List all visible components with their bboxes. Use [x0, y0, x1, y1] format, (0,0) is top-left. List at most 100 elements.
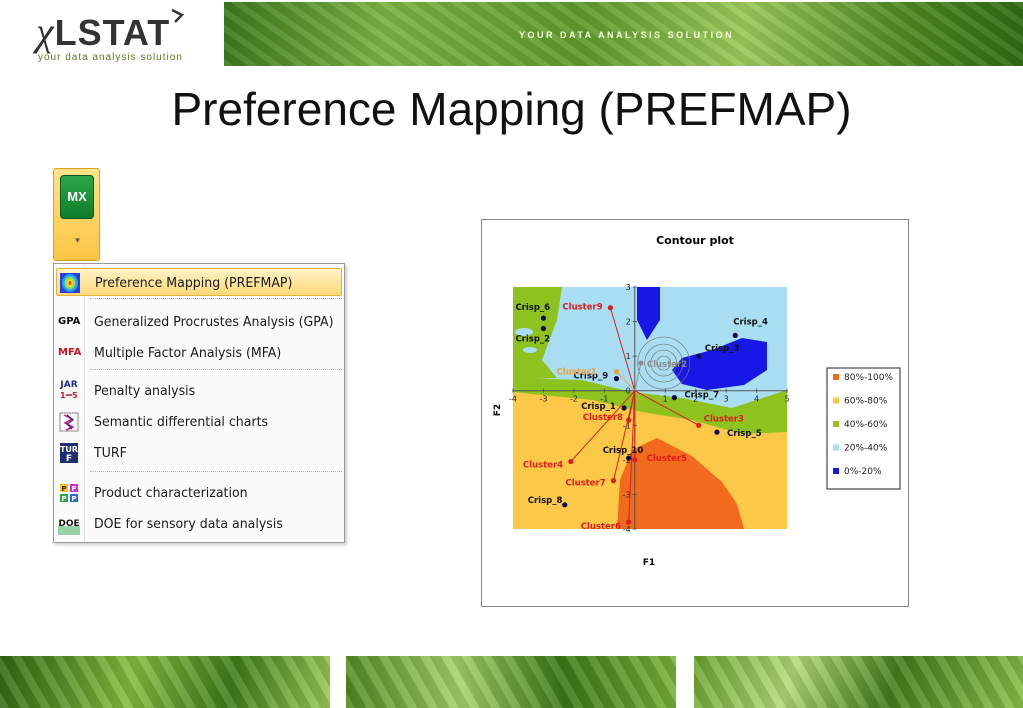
- cluster-label: Cluster5: [647, 454, 687, 464]
- menu-item-doe-sensory[interactable]: DOE DOE for sensory data analysis: [56, 510, 342, 538]
- x-tick-label: 5: [784, 395, 789, 404]
- legend-label: 20%-40%: [844, 444, 888, 454]
- leaf-image-1: [0, 656, 330, 708]
- legend-label: 80%-100%: [844, 373, 893, 383]
- product-characterization-icon: P P P P: [58, 482, 80, 504]
- y-tick-label: 3: [626, 283, 631, 292]
- legend-label: 0%-20%: [844, 467, 882, 477]
- y-tick-label: 0: [626, 387, 631, 396]
- cluster-label: Cluster7: [565, 479, 605, 489]
- dropdown-arrow-icon[interactable]: ▾: [54, 235, 101, 246]
- legend-swatch: [833, 374, 839, 380]
- x-axis-label: F1: [643, 558, 655, 568]
- x-tick-label: 1: [663, 395, 668, 404]
- sensory-menu: Preference Mapping (PREFMAP) GPA General…: [53, 263, 345, 543]
- product-point: [540, 315, 547, 321]
- product-label: Crisp_5: [727, 429, 762, 439]
- xlstat-logo: χLSTAT your data analysis solution: [30, 6, 220, 66]
- logo-text: χLSTAT: [36, 9, 171, 54]
- legend-swatch: [833, 468, 839, 474]
- svg-text:TUR: TUR: [60, 445, 78, 454]
- contour-plot-svg: -4-3-2-112345-4-3-2-10123 Crisp_6Crisp_2…: [493, 234, 901, 568]
- logo-tagline: your data analysis solution: [38, 52, 183, 63]
- menu-item-label: Generalized Procrustes Analysis (GPA): [94, 314, 334, 330]
- cluster-label: Cluster6: [581, 522, 621, 532]
- product-point: [714, 429, 720, 435]
- menu-item-turf[interactable]: TUR F TURF: [56, 439, 342, 467]
- menu-item-product-characterization[interactable]: P P P P Product characterization: [56, 479, 342, 507]
- menu-item-prefmap[interactable]: Preference Mapping (PREFMAP): [56, 268, 342, 296]
- product-point: [621, 405, 627, 411]
- menu-item-label: TURF: [94, 445, 127, 461]
- x-tick-label: -2: [570, 395, 578, 404]
- menu-item-mfa[interactable]: MFA Multiple Factor Analysis (MFA): [56, 339, 342, 367]
- blob-left-2: [523, 347, 537, 353]
- x-tick-label: -4: [509, 395, 517, 404]
- product-label: Crisp_4: [733, 317, 768, 327]
- y-axis-label: F2: [493, 404, 503, 416]
- logo-swoosh-icon: [171, 8, 185, 23]
- cluster-point: [607, 305, 614, 311]
- product-point: [671, 395, 677, 401]
- cluster-label: Cluster9: [562, 303, 602, 313]
- leaf-image-2: [346, 656, 676, 708]
- legend-swatch: [833, 421, 839, 427]
- product-point: [613, 376, 620, 382]
- penalty-icon-text: JAR: [60, 380, 78, 390]
- menu-separator: [90, 471, 342, 472]
- product-point: [562, 502, 568, 508]
- banner-text: YOUR DATA ANALYSIS SOLUTION: [519, 30, 735, 40]
- semantic-differential-icon: [58, 411, 80, 433]
- product-point: [696, 353, 702, 359]
- turf-icon: TUR F: [58, 442, 80, 464]
- product-label: Crisp_3: [705, 344, 740, 354]
- menu-item-label: Preference Mapping (PREFMAP): [95, 275, 293, 291]
- product-point: [626, 455, 632, 461]
- x-tick-label: 4: [754, 395, 759, 404]
- y-tick-label: 2: [626, 318, 631, 327]
- svg-text:F: F: [66, 454, 72, 464]
- mx-icon: MX: [60, 175, 94, 219]
- menu-item-label: Multiple Factor Analysis (MFA): [94, 345, 282, 361]
- menu-item-penalty-analysis[interactable]: JAR 15 Penalty analysis: [56, 377, 342, 405]
- menu-item-label: Semantic differential charts: [94, 414, 269, 430]
- cluster-label: Cluster1: [557, 368, 597, 378]
- prefmap-icon: [59, 272, 81, 294]
- cluster-point: [696, 422, 702, 428]
- penalty-scale-icon: 15: [60, 391, 78, 400]
- x-tick-label: -3: [539, 395, 547, 404]
- product-label: Crisp_7: [684, 391, 719, 401]
- menu-separator: [90, 369, 342, 370]
- cluster-label: Cluster3: [704, 414, 744, 424]
- svg-text:5: 5: [72, 391, 78, 399]
- chart-title: Contour plot: [656, 234, 734, 247]
- cluster-point: [613, 369, 620, 375]
- legend-label: 60%-80%: [844, 397, 888, 407]
- cluster-label: Cluster4: [523, 461, 563, 471]
- mx-ribbon-button[interactable]: MX ▾: [53, 168, 100, 261]
- chart-legend: 80%-100% 60%-80% 40%-60% 20%-40% 0%-20%: [826, 367, 901, 490]
- cluster-point: [568, 458, 574, 465]
- cluster-point: [626, 417, 632, 423]
- mfa-icon: MFA: [58, 347, 82, 358]
- cluster-point: [626, 519, 632, 525]
- contour-plot-chart: -4-3-2-112345-4-3-2-10123 Crisp_6Crisp_2…: [481, 219, 909, 607]
- cluster-label: Cluster8: [583, 413, 623, 423]
- menu-item-gpa[interactable]: GPA Generalized Procrustes Analysis (GPA…: [56, 308, 342, 336]
- doe-icon: DOE: [58, 513, 80, 535]
- page-title: Preference Mapping (PREFMAP): [171, 83, 852, 135]
- svg-text:P: P: [61, 485, 66, 493]
- legend-swatch: [833, 397, 839, 404]
- product-label: Crisp_8: [528, 496, 563, 506]
- menu-item-semantic-differential[interactable]: Semantic differential charts: [56, 408, 342, 436]
- svg-text:1: 1: [60, 391, 66, 399]
- cluster-point: [632, 457, 638, 463]
- gpa-icon: GPA: [58, 316, 81, 327]
- product-point: [540, 325, 547, 332]
- menu-item-label: Penalty analysis: [94, 383, 196, 399]
- legend-label: 40%-60%: [844, 420, 888, 430]
- legend-swatch: [833, 444, 839, 451]
- cluster-label: Cluster2: [647, 360, 687, 370]
- svg-text:P: P: [71, 485, 76, 493]
- y-tick-label: -4: [623, 525, 631, 534]
